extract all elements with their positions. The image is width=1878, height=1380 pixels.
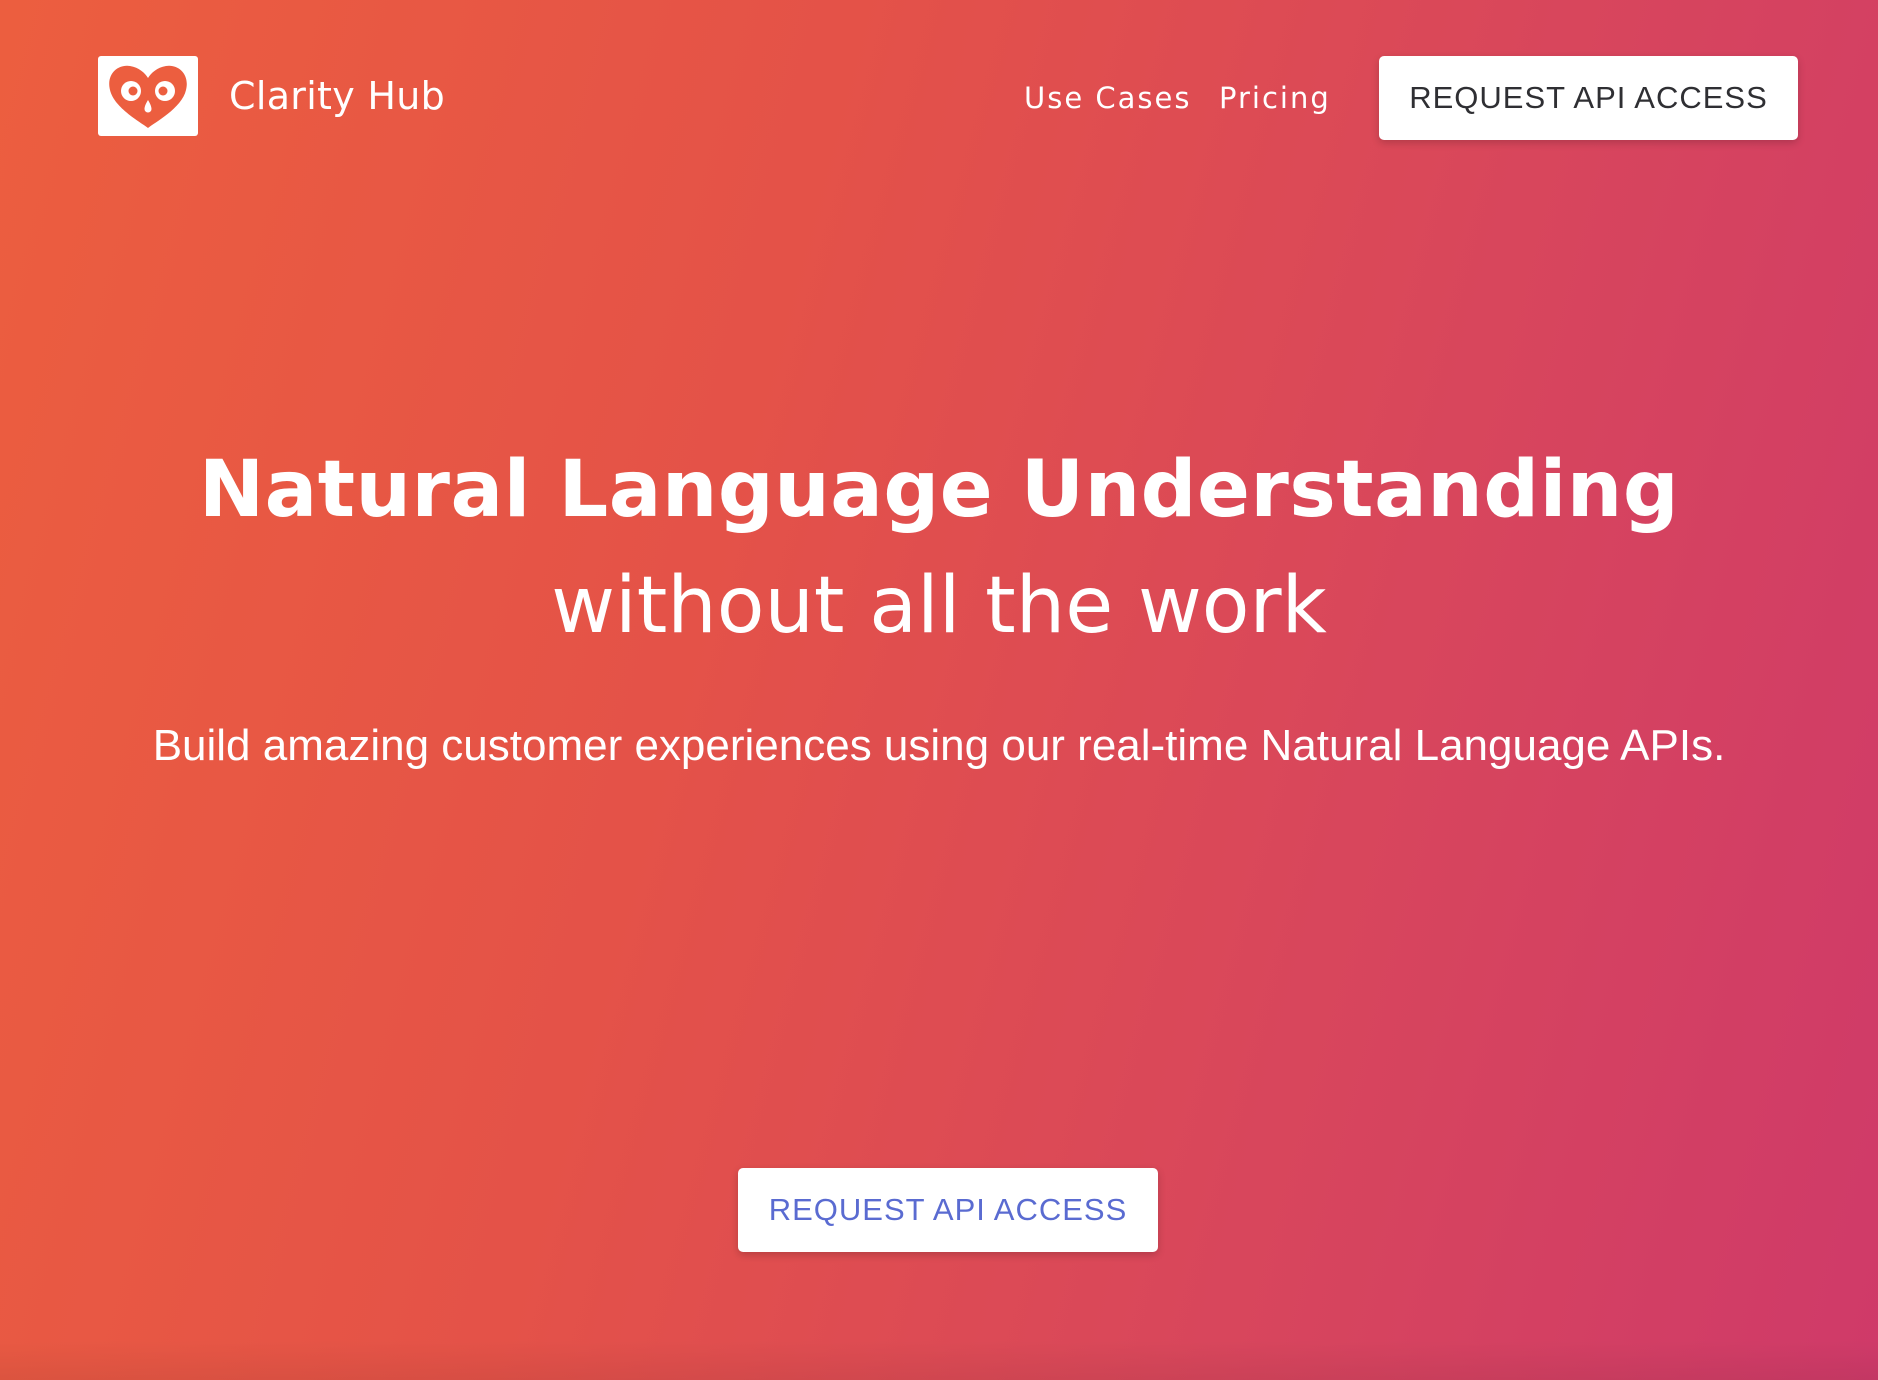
logo[interactable] bbox=[98, 56, 198, 136]
nav-pricing-link[interactable]: Pricing bbox=[1219, 80, 1331, 116]
hero-request-api-access-button[interactable]: REQUEST API ACCESS bbox=[738, 1168, 1158, 1252]
hero-description: Build amazing customer experiences using… bbox=[152, 721, 1726, 770]
heart-face-icon bbox=[109, 65, 187, 128]
header-request-api-access-button[interactable]: REQUEST API ACCESS bbox=[1379, 56, 1798, 140]
hero-subheadline: without all the work bbox=[551, 561, 1327, 651]
brand-name[interactable]: Clarity Hub bbox=[229, 72, 445, 120]
hero-section: Clarity Hub Use Cases Pricing REQUEST AP… bbox=[0, 0, 1878, 1380]
nav-use-cases-link[interactable]: Use Cases bbox=[1024, 80, 1191, 116]
hero-headline: Natural Language Understanding bbox=[198, 445, 1680, 535]
